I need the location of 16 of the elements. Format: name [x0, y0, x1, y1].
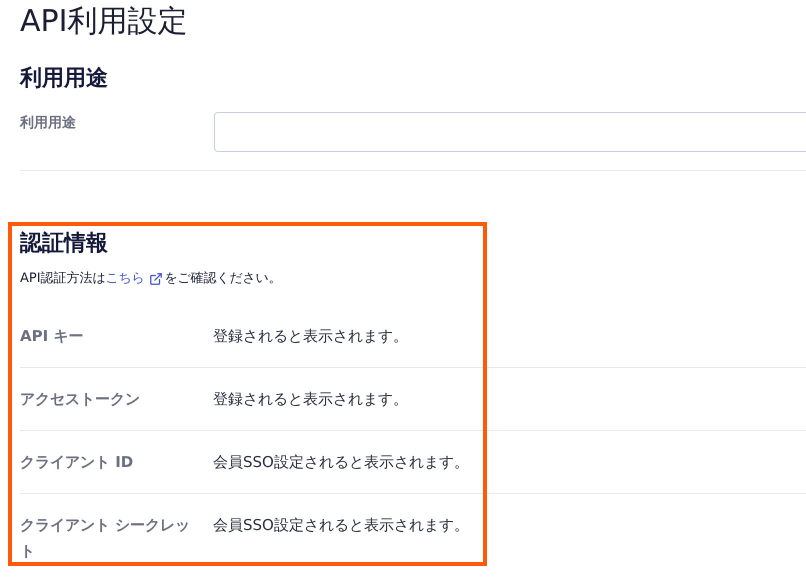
- credential-value: 登録されると表示されます。: [213, 326, 408, 347]
- credential-label: クライアント シークレット: [20, 515, 192, 562]
- credential-label: API キー: [20, 326, 84, 347]
- credential-label: クライアント ID: [20, 452, 134, 473]
- credential-value: 登録されると表示されます。: [213, 389, 408, 410]
- help-link[interactable]: こちら: [106, 269, 163, 289]
- external-link-icon: [148, 272, 163, 286]
- section-heading: 利用用途: [20, 65, 108, 93]
- credential-value: 会員SSO設定されると表示されます。: [213, 515, 469, 536]
- help-text: API認証方法はこちら をご確認ください。: [20, 269, 806, 289]
- credential-value: 会員SSO設定されると表示されます。: [213, 452, 469, 473]
- field-label: 利用用途: [20, 114, 77, 132]
- section-heading: 認証情報: [20, 230, 108, 258]
- page-title: API利用設定: [20, 3, 188, 41]
- input-field[interactable]: [214, 112, 806, 152]
- credential-label: アクセストークン: [20, 389, 141, 410]
